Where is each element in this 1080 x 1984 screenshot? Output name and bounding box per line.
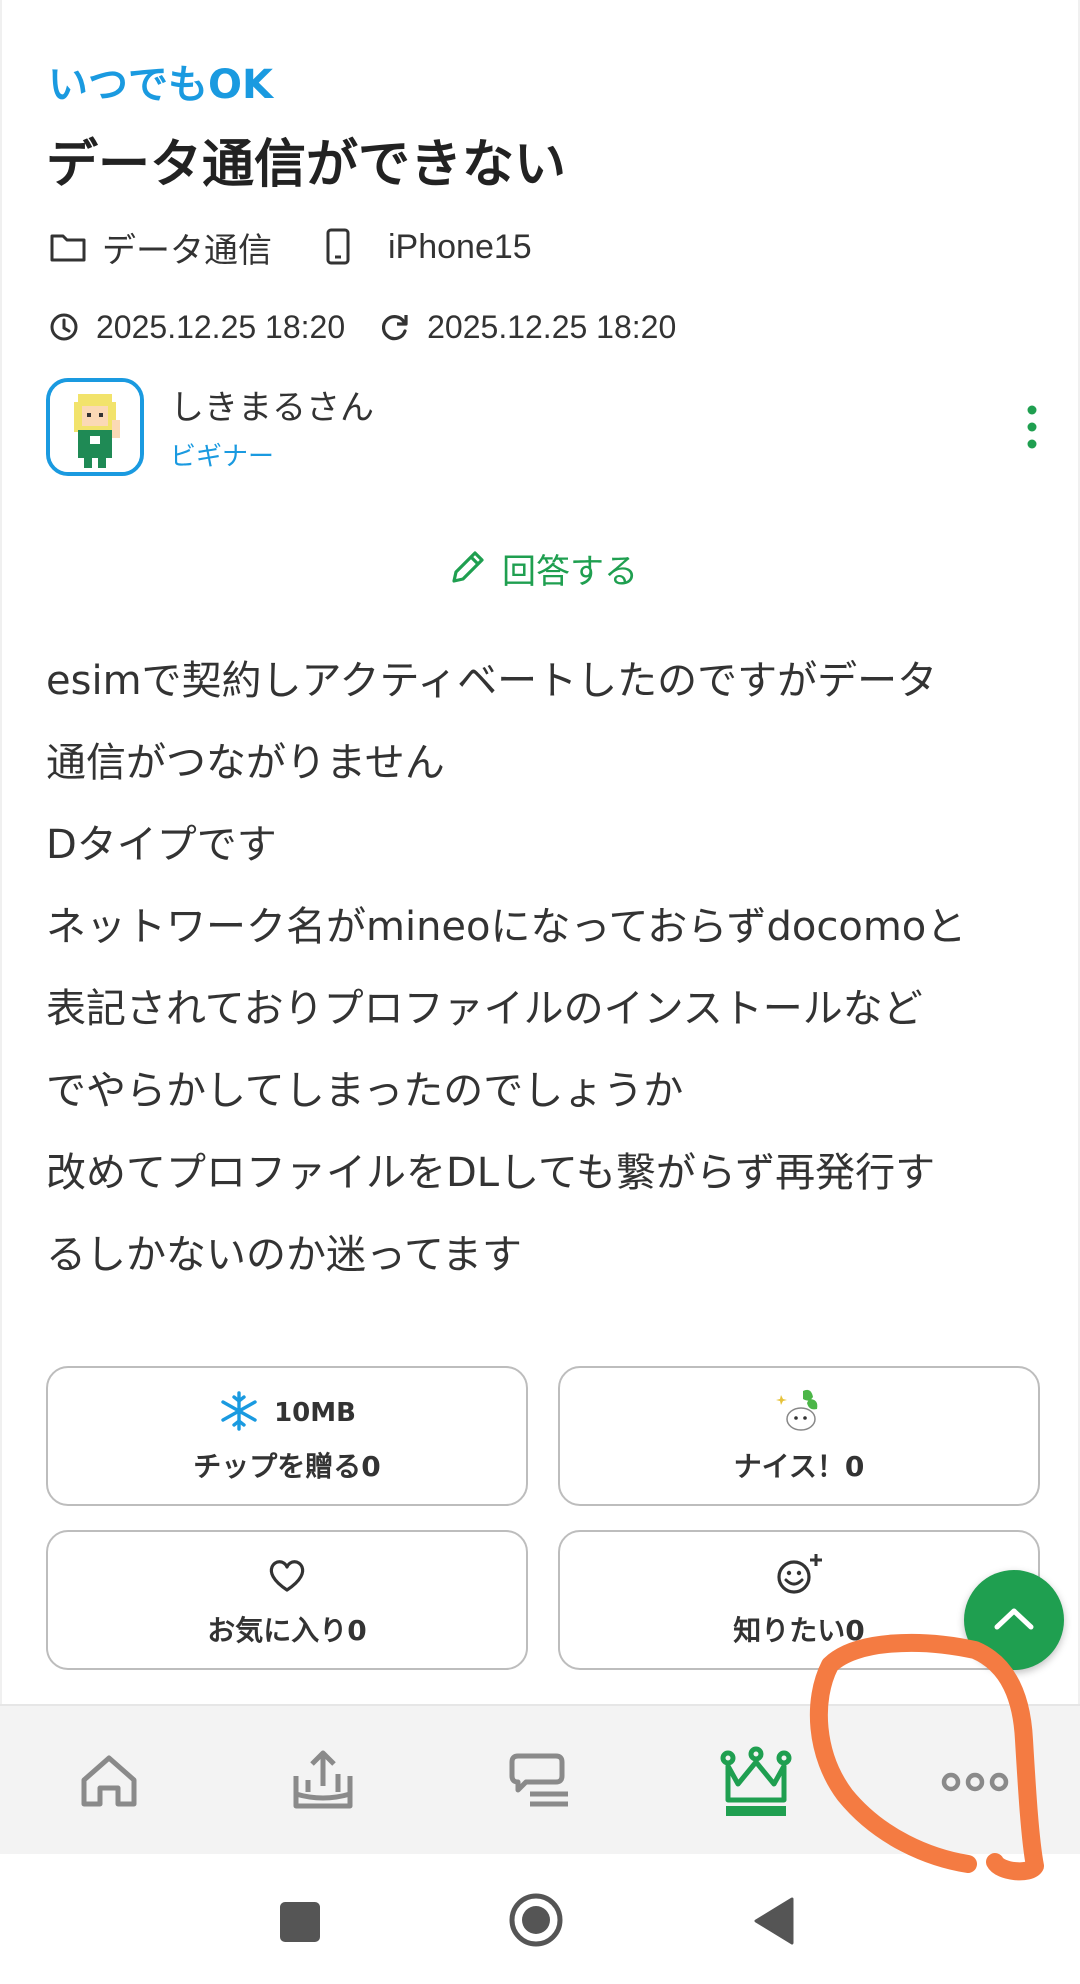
body-line: でやらかしてしまったのでしょうか xyxy=(46,1068,684,1114)
mascot-icon xyxy=(773,1385,825,1441)
author-name[interactable]: しきまるさん xyxy=(170,380,374,429)
favorite-label: お気に入り0 xyxy=(207,1614,367,1647)
tip-label: チップを贈る0 xyxy=(193,1450,381,1483)
body-line: 表記されておりプロファイルのインストールなど xyxy=(46,986,923,1032)
nice-label: ナイス！0 xyxy=(733,1450,865,1483)
more-vertical-icon[interactable] xyxy=(1022,404,1042,450)
home-icon xyxy=(74,1755,144,1820)
nice-button[interactable]: ナイス！0 xyxy=(558,1366,1040,1506)
back-icon xyxy=(752,1897,796,1950)
nav-home[interactable] xyxy=(74,1746,144,1816)
home-circle-icon xyxy=(508,1893,564,1952)
body-line: 通信がつながりません xyxy=(46,740,445,786)
smartphone-icon xyxy=(318,227,358,267)
answer-button[interactable]: 回答する xyxy=(2,542,1080,594)
chevron-up-icon xyxy=(992,1603,1036,1637)
body-line: るしかないのか迷ってます xyxy=(46,1232,522,1278)
system-navigation-bar xyxy=(0,1854,1080,1984)
body-line: 改めてプロファイルをDLしても繋がらず再発行す xyxy=(46,1150,936,1196)
body-line: Dタイプです xyxy=(46,822,277,868)
recents-button[interactable] xyxy=(278,1900,322,1948)
category-link[interactable]: データ通信 xyxy=(102,223,272,272)
upload-icon xyxy=(288,1750,358,1820)
pencil-icon xyxy=(446,547,488,589)
crown-icon xyxy=(718,1746,794,1826)
avatar[interactable] xyxy=(46,378,144,476)
author-row: しきまるさん ビギナー xyxy=(46,378,1042,480)
tip-button[interactable]: 10MB チップを贈る0 xyxy=(46,1366,528,1506)
nav-more[interactable] xyxy=(940,1746,1010,1816)
question-dates: 2025.12.25 18:20 2025.12.25 18:20 xyxy=(48,304,676,350)
body-line: ネットワーク名がmineoになっておらずdocomoと xyxy=(46,904,967,950)
snowflake-icon xyxy=(218,1390,260,1436)
answer-label: 回答する xyxy=(502,551,638,592)
more-icon xyxy=(940,1772,1010,1820)
refresh-icon xyxy=(379,311,411,343)
nav-upload[interactable] xyxy=(288,1746,358,1816)
clock-icon xyxy=(48,311,80,343)
question-meta: データ通信 iPhone15 xyxy=(48,222,532,272)
want-to-know-label: 知りたい0 xyxy=(733,1614,865,1647)
author-rank: ビギナー xyxy=(170,442,275,472)
favorite-button[interactable]: お気に入り0 xyxy=(46,1530,528,1670)
body-line: esimで契約しアクティベートしたのですがデータ xyxy=(46,658,938,704)
question-body: esimで契約しアクティベートしたのですがデータ 通信がつながりません Dタイプ… xyxy=(46,640,1046,1296)
tip-amount: 10MB xyxy=(274,1398,356,1428)
heart-icon xyxy=(266,1554,308,1600)
folder-icon xyxy=(48,227,88,267)
nav-ranking[interactable] xyxy=(718,1746,792,1816)
system-home-button[interactable] xyxy=(508,1892,564,1952)
recents-icon xyxy=(278,1902,322,1948)
back-button[interactable] xyxy=(752,1896,796,1950)
chat-icon xyxy=(504,1753,574,1820)
scroll-to-top-button[interactable] xyxy=(964,1570,1064,1670)
nav-chat[interactable] xyxy=(504,1746,574,1816)
device-link[interactable]: iPhone15 xyxy=(388,228,532,267)
updated-date: 2025.12.25 18:20 xyxy=(427,308,677,345)
question-tag: いつでもOK xyxy=(48,62,273,108)
smiley-plus-icon xyxy=(774,1552,824,1602)
bottom-navigation xyxy=(0,1704,1080,1854)
question-title: データ通信ができない xyxy=(46,135,567,195)
posted-date: 2025.12.25 18:20 xyxy=(96,308,346,345)
question-page: いつでもOK データ通信ができない データ通信 iPhone15 2025.12… xyxy=(0,0,1080,1704)
